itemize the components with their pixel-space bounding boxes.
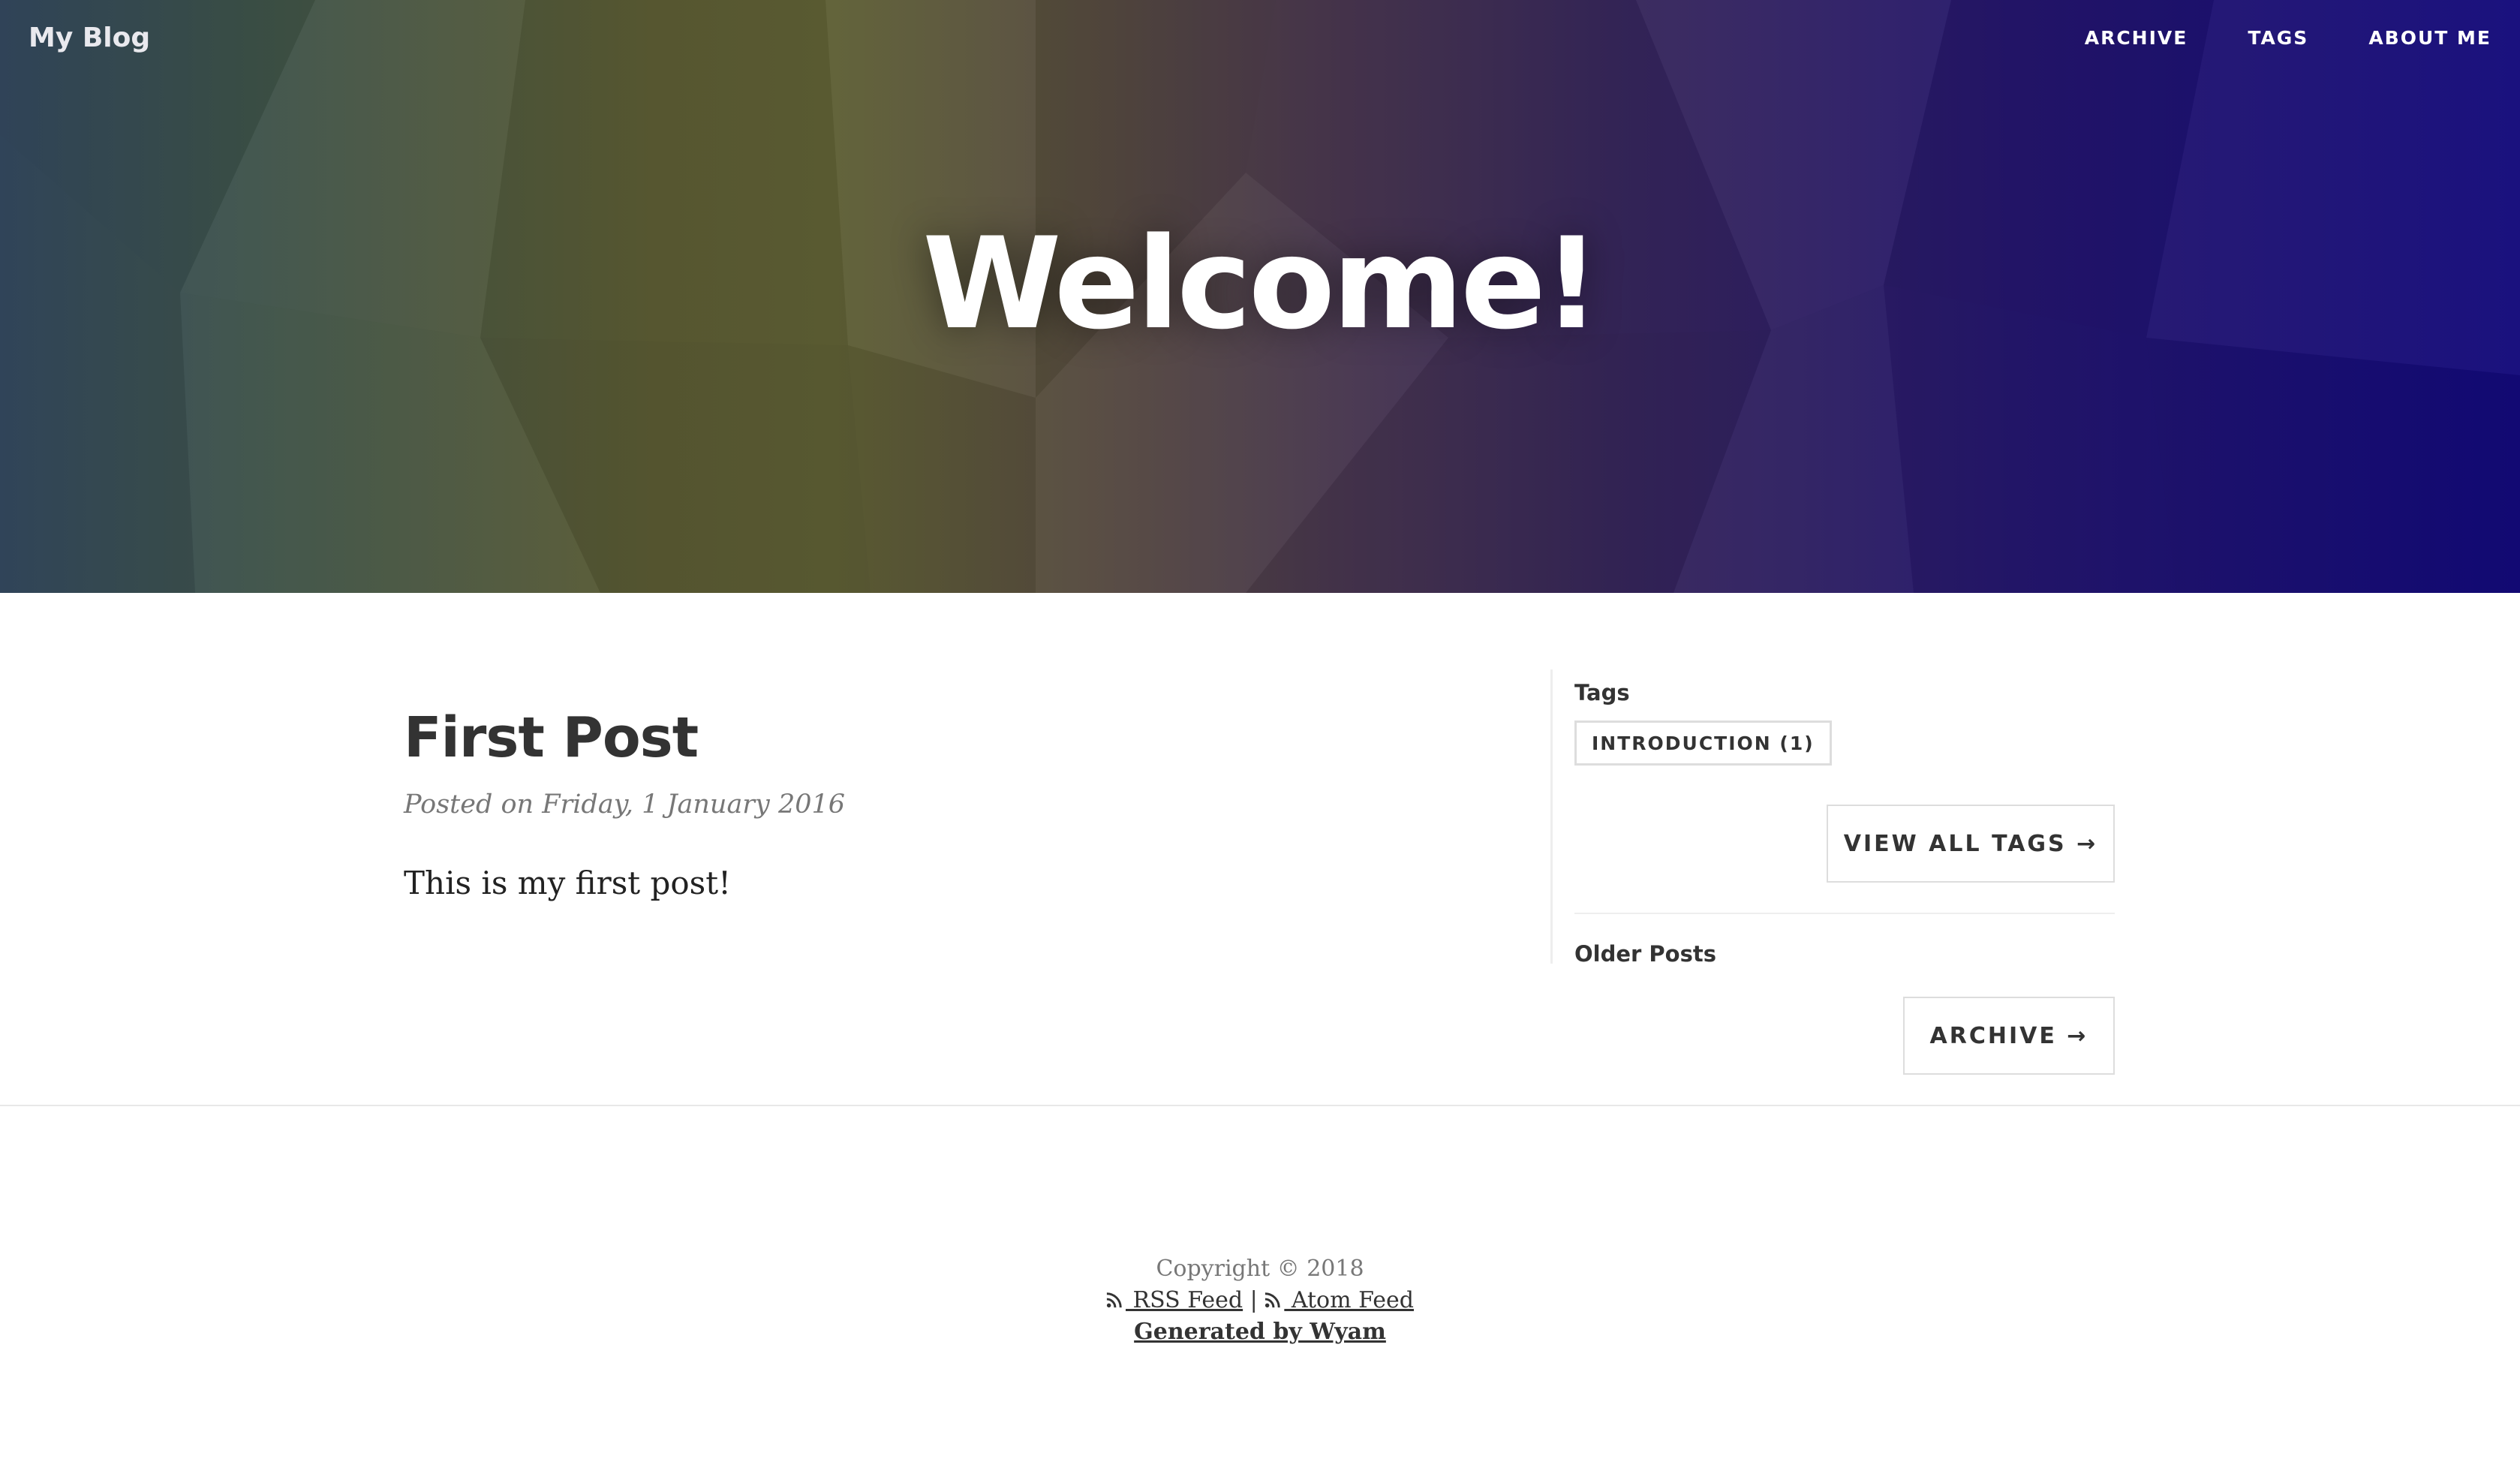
footer-divider	[0, 1105, 2520, 1106]
post-meta: Posted on Friday, 1 January 2016	[404, 790, 846, 820]
tags-heading: Tags	[1574, 680, 1630, 705]
older-posts-heading: Older Posts	[1574, 941, 1716, 967]
atom-feed-label: Atom Feed	[1284, 1287, 1414, 1313]
post-title[interactable]: First Post	[404, 705, 1454, 770]
nav-link-tags[interactable]: TAGS	[2248, 27, 2308, 49]
rss-feed-link[interactable]: RSS Feed	[1106, 1287, 1243, 1313]
nav-link-about-me[interactable]: ABOUT ME	[2368, 27, 2491, 49]
atom-feed-icon	[1265, 1292, 1281, 1308]
rss-feed-label: RSS Feed	[1126, 1287, 1243, 1313]
archive-button[interactable]: ARCHIVE →	[1903, 997, 2115, 1075]
post-preview: First Post Posted on Friday, 1 January 2…	[404, 705, 1454, 901]
atom-feed-link[interactable]: Atom Feed	[1265, 1287, 1414, 1313]
hero-title: Welcome!	[922, 210, 1600, 357]
feed-separator: |	[1249, 1287, 1258, 1313]
view-all-tags-button[interactable]: VIEW ALL TAGS →	[1827, 805, 2115, 883]
hero-header: My Blog ARCHIVE TAGS ABOUT ME Welcome!	[0, 0, 2520, 593]
rss-icon	[1106, 1292, 1122, 1308]
footer: Copyright © 2018 RSS Feed | Atom Feed Ge…	[0, 1253, 2520, 1348]
nav-link-archive[interactable]: ARCHIVE	[2085, 27, 2188, 49]
post-content: This is my first post!	[404, 865, 731, 901]
generated-by-link[interactable]: Generated by Wyam	[1134, 1319, 1386, 1345]
sidebar-divider	[1550, 669, 1553, 964]
copyright-text: Copyright © 2018	[1156, 1256, 1364, 1282]
tag-introduction[interactable]: INTRODUCTION (1)	[1574, 720, 1832, 766]
feed-links: RSS Feed | Atom Feed	[0, 1285, 2520, 1316]
brand-link[interactable]: My Blog	[29, 23, 150, 53]
sidebar-section-divider	[1574, 913, 2115, 914]
top-nav: ARCHIVE TAGS ABOUT ME	[2085, 27, 2491, 49]
